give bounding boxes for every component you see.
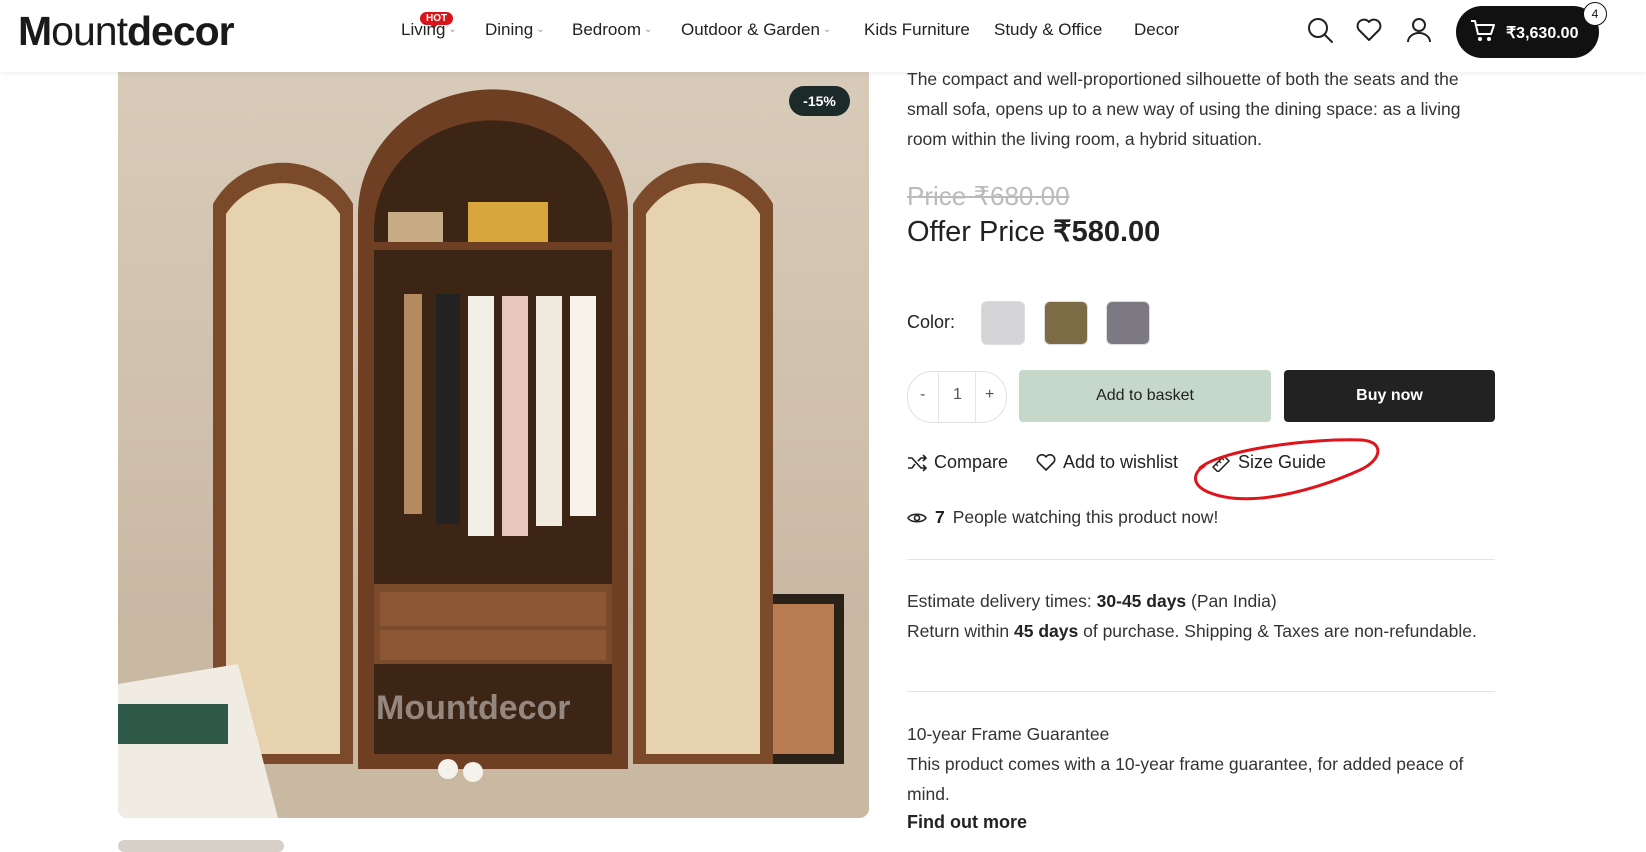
buy-now-button[interactable]: Buy now [1284,370,1495,422]
nav-dining-label: Dining [485,20,534,39]
color-swatch-olive[interactable] [1044,301,1088,345]
chevron-down-icon: ⌄ [448,24,457,35]
divider [907,559,1495,560]
delivery-info: Estimate delivery times: 30-45 days (Pan… [907,586,1495,646]
guarantee-title: 10-year Frame Guarantee [907,724,1110,744]
nav-living-label: Living [401,20,446,39]
chevron-down-icon: ⌄ [822,24,832,35]
nav-dining[interactable]: Dining ⌄ [485,20,545,40]
compare-label: Compare [934,452,1009,472]
cart-amount: ₹3,630.00 [1506,25,1579,42]
nav-outdoor-label: Outdoor & Garden [681,20,820,39]
heart-icon [1036,453,1056,471]
color-swatch-light-grey[interactable] [981,301,1025,345]
eye-icon [907,512,927,523]
nav-decor[interactable]: Decor [1134,20,1179,40]
cart-count-badge: 4 [1583,2,1607,26]
watching-count: 7 [935,507,945,527]
offer-label: Offer Price [907,216,1046,248]
delivery-label: Estimate delivery times: [907,591,1092,611]
add-to-wishlist-link[interactable]: Add to wishlist [1036,452,1178,473]
nav-decor-label: Decor [1134,20,1180,39]
divider [975,372,976,422]
search-icon[interactable] [1306,16,1334,44]
quantity-input[interactable]: 1 [953,386,962,404]
site-logo[interactable]: Mount decor [18,8,235,54]
heart-icon[interactable] [1355,16,1383,44]
product-description: The compact and well-proportioned silhou… [907,69,1461,149]
guarantee-info: 10-year Frame Guarantee This product com… [907,719,1495,809]
cart-icon [1471,20,1495,41]
product-image[interactable]: Mountdecor [118,64,869,818]
user-icon[interactable] [1405,16,1433,44]
watching-row: 7 People watching this product now! [907,507,1218,528]
add-to-basket-button[interactable]: Add to basket [1019,370,1271,422]
nav-outdoor-garden[interactable]: Outdoor & Garden ⌄ [681,20,831,40]
cart-button[interactable]: ₹3,630.00 4 [1456,2,1607,58]
guarantee-text: This product comes with a 10-year frame … [907,754,1464,804]
return-days: 45 days [1014,621,1079,641]
nav-bedroom[interactable]: Bedroom ⌄ [572,20,652,40]
old-price: Price ₹680.00 [907,181,1070,211]
nav-kids-label: Kids Furniture [864,20,970,39]
compare-link[interactable]: Compare [907,452,1008,473]
nav-living[interactable]: Living ⌄ [401,20,457,40]
chevron-down-icon: ⌄ [643,24,653,35]
quantity-stepper: - 1 + [907,371,1007,423]
discount-badge: -15% [789,86,850,116]
wardrobe-illustration: Mountdecor [118,89,869,818]
logo-ount: ount [51,8,128,54]
offer-price: ₹580.00 [1053,216,1161,248]
delivery-region: (Pan India) [1191,591,1277,611]
return-prefix: Return within [907,621,1010,641]
shuffle-icon [908,453,927,472]
return-suffix: of purchase. Shipping & Taxes are non-re… [1083,621,1477,641]
color-swatch-grey[interactable] [1106,301,1150,345]
nav-study-label: Study & Office [994,20,1103,39]
site-header: Mount decor HOT Living ⌄ Dining ⌄ Bedroom ⌄ … [0,0,1646,72]
nav-bedroom-label: Bedroom [572,20,641,39]
quantity-minus-button[interactable]: - [920,386,925,404]
delivery-days: 30-45 days [1096,591,1187,611]
nav-study-office[interactable]: Study & Office [994,20,1102,40]
divider [907,691,1495,692]
quantity-plus-button[interactable]: + [985,386,994,404]
find-out-more-link[interactable]: Find out more [907,812,1027,833]
wishlist-label: Add to wishlist [1063,452,1179,472]
thumbnail-strip[interactable] [118,840,284,852]
svg-text:Mountdecor: Mountdecor [376,689,571,727]
logo-m: M [18,8,52,54]
ruler-icon [1211,454,1231,472]
divider [938,372,939,422]
logo-decor: decor [126,8,235,54]
chevron-down-icon: ⌄ [536,24,545,35]
size-guide-label: Size Guide [1238,452,1327,472]
nav-kids-furniture[interactable]: Kids Furniture [864,20,970,40]
size-guide-link[interactable]: Size Guide [1211,452,1326,473]
color-label: Color: [907,312,956,332]
watching-text: People watching this product now! [952,507,1219,527]
offer-price-row: Offer Price ₹580.00 [907,214,1160,249]
